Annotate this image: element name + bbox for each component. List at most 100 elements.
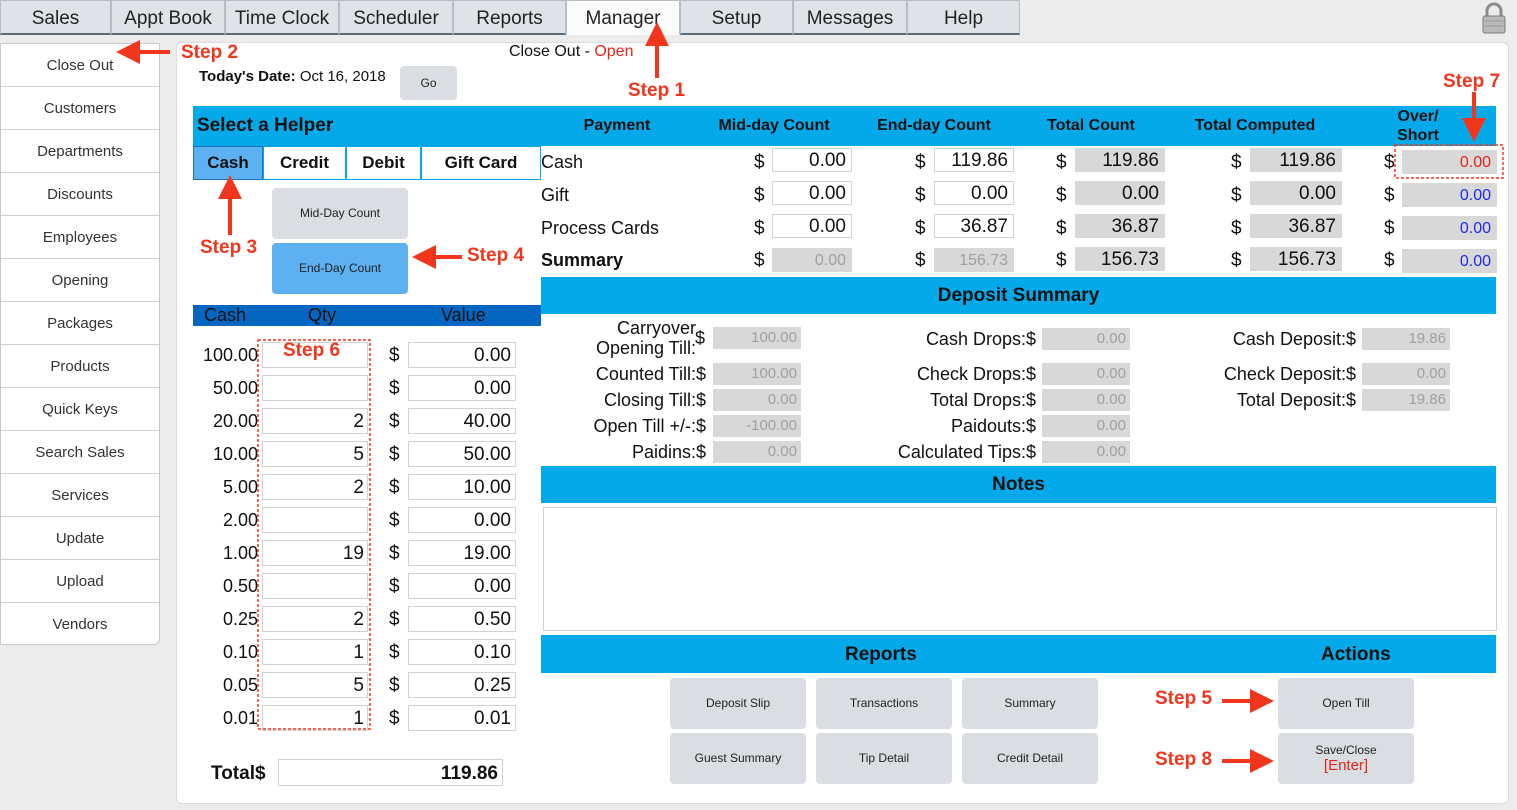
credit-detail-button[interactable]: Credit Detail <box>962 733 1098 784</box>
tab-manager[interactable]: Manager <box>566 0 680 35</box>
end-day-count-button[interactable]: End-Day Count <box>272 243 408 294</box>
currency-symbol: $ <box>1056 218 1067 239</box>
currency-symbol: $ <box>389 477 400 498</box>
cash-col-header: Cash <box>204 305 247 325</box>
denom-label: 0.10 <box>222 642 258 662</box>
payment-label-process-cards: Process Cards <box>541 218 660 238</box>
qty-input[interactable]: 5 <box>262 441 368 467</box>
sidebar-item-opening[interactable]: Opening <box>1 259 159 302</box>
notes-textarea[interactable] <box>543 507 1497 631</box>
currency-symbol: $ <box>1231 250 1242 271</box>
tab-help[interactable]: Help <box>907 0 1020 35</box>
currency-symbol: $ <box>389 444 400 465</box>
tab-sales[interactable]: Sales <box>0 0 111 35</box>
over-short-field: 0.00 <box>1402 216 1497 240</box>
save-close-button[interactable]: Save/Close [Enter] <box>1278 733 1414 784</box>
qty-input[interactable]: 2 <box>262 474 368 500</box>
sidebar-item-discounts[interactable]: Discounts <box>1 173 159 216</box>
deposit-slip-button[interactable]: Deposit Slip <box>670 678 806 729</box>
open-till-button[interactable]: Open Till <box>1278 678 1414 729</box>
guest-summary-button[interactable]: Guest Summary <box>670 733 806 784</box>
qty-input[interactable]: 1 <box>262 639 368 665</box>
sidebar-item-services[interactable]: Services <box>1 474 159 517</box>
close-out-status: Open <box>594 43 634 60</box>
col-header-mid-day: Mid-day Count <box>718 117 830 134</box>
denom-label: 1.00 <box>222 543 258 563</box>
end-day-input[interactable]: 119.86 <box>934 148 1014 172</box>
mid-day-input[interactable]: 0.00 <box>772 181 852 205</box>
qty-input[interactable]: 19 <box>262 540 368 566</box>
total-count-field: 156.73 <box>1075 247 1165 271</box>
currency-symbol: $ <box>389 675 400 696</box>
paidins-label: Paidins:$ <box>631 442 706 462</box>
sidebar-item-search-sales[interactable]: Search Sales <box>1 431 159 474</box>
col-header-end-day: End-day Count <box>877 117 991 134</box>
currency-symbol: $ <box>915 152 926 173</box>
todays-date: Today's Date: Oct 16, 2018 <box>199 68 386 85</box>
go-button[interactable]: Go <box>400 66 457 100</box>
currency-symbol: $ <box>915 218 926 239</box>
helper-tab-debit[interactable]: Debit <box>346 146 421 180</box>
sidebar-item-update[interactable]: Update <box>1 517 159 560</box>
lock-icon[interactable] <box>1479 2 1509 34</box>
denom-label: 5.00 <box>222 477 258 497</box>
sidebar-item-quick-keys[interactable]: Quick Keys <box>1 388 159 431</box>
transactions-button[interactable]: Transactions <box>816 678 952 729</box>
over-short-field: 0.00 <box>1402 249 1497 273</box>
currency-symbol: $ <box>754 250 765 271</box>
mid-day-input[interactable]: 0.00 <box>772 148 852 172</box>
total-computed-field: 119.86 <box>1250 148 1342 172</box>
mid-day-count-button[interactable]: Mid-Day Count <box>272 188 408 239</box>
helper-tab-gift-card[interactable]: Gift Card <box>421 146 541 180</box>
value-field: 50.00 <box>408 441 516 467</box>
sidebar-item-products[interactable]: Products <box>1 345 159 388</box>
sidebar-item-close-out[interactable]: Close Out <box>1 44 159 87</box>
total-count-field: 0.00 <box>1075 181 1165 205</box>
summary-button[interactable]: Summary <box>962 678 1098 729</box>
qty-input[interactable]: 5 <box>262 672 368 698</box>
sidebar-item-customers[interactable]: Customers <box>1 87 159 130</box>
currency-symbol: $ <box>389 576 400 597</box>
sidebar: Close Out Customers Departments Discount… <box>0 43 160 645</box>
tab-messages[interactable]: Messages <box>793 0 907 35</box>
step-7-label: Step 7 <box>1443 71 1501 92</box>
paidouts-value: 0.00 <box>1042 415 1130 437</box>
paidins-value: 0.00 <box>713 441 801 463</box>
tab-scheduler[interactable]: Scheduler <box>339 0 453 35</box>
tab-reports[interactable]: Reports <box>453 0 566 35</box>
sidebar-item-departments[interactable]: Departments <box>1 130 159 173</box>
qty-input[interactable]: 1 <box>262 705 368 731</box>
step-6-label: Step 6 <box>283 340 341 361</box>
helper-tab-cash[interactable]: Cash <box>193 146 263 180</box>
qty-input[interactable]: 2 <box>262 408 368 434</box>
check-deposit-label: Check Deposit:$ <box>1223 364 1356 384</box>
tab-appt-book[interactable]: Appt Book <box>111 0 225 35</box>
qty-input[interactable] <box>262 375 368 401</box>
helper-tab-credit[interactable]: Credit <box>263 146 346 180</box>
total-computed-field: 0.00 <box>1250 181 1342 205</box>
sidebar-item-employees[interactable]: Employees <box>1 216 159 259</box>
currency-symbol: $ <box>1231 218 1242 239</box>
qty-input[interactable]: 2 <box>262 606 368 632</box>
sidebar-item-packages[interactable]: Packages <box>1 302 159 345</box>
currency-symbol: $ <box>754 152 765 173</box>
end-day-input[interactable]: 0.00 <box>934 181 1014 205</box>
sidebar-item-vendors[interactable]: Vendors <box>1 603 159 646</box>
sidebar-item-upload[interactable]: Upload <box>1 560 159 603</box>
tab-setup[interactable]: Setup <box>680 0 793 35</box>
total-count-field: 36.87 <box>1075 214 1165 238</box>
currency-symbol: $ <box>389 378 400 399</box>
mid-day-input[interactable]: 0.00 <box>772 214 852 238</box>
tip-detail-button[interactable]: Tip Detail <box>816 733 952 784</box>
over-short-field: 0.00 <box>1402 150 1497 174</box>
check-drops-value: 0.00 <box>1042 363 1130 385</box>
qty-input[interactable] <box>262 507 368 533</box>
total-computed-field: 156.73 <box>1250 247 1342 271</box>
tab-time-clock[interactable]: Time Clock <box>225 0 339 35</box>
end-day-input[interactable]: 36.87 <box>934 214 1014 238</box>
currency-symbol: $ <box>1384 218 1395 239</box>
currency-symbol: $ <box>915 250 926 271</box>
over-short-field: 0.00 <box>1402 183 1497 207</box>
denom-label: 20.00 <box>212 411 258 431</box>
qty-input[interactable] <box>262 573 368 599</box>
